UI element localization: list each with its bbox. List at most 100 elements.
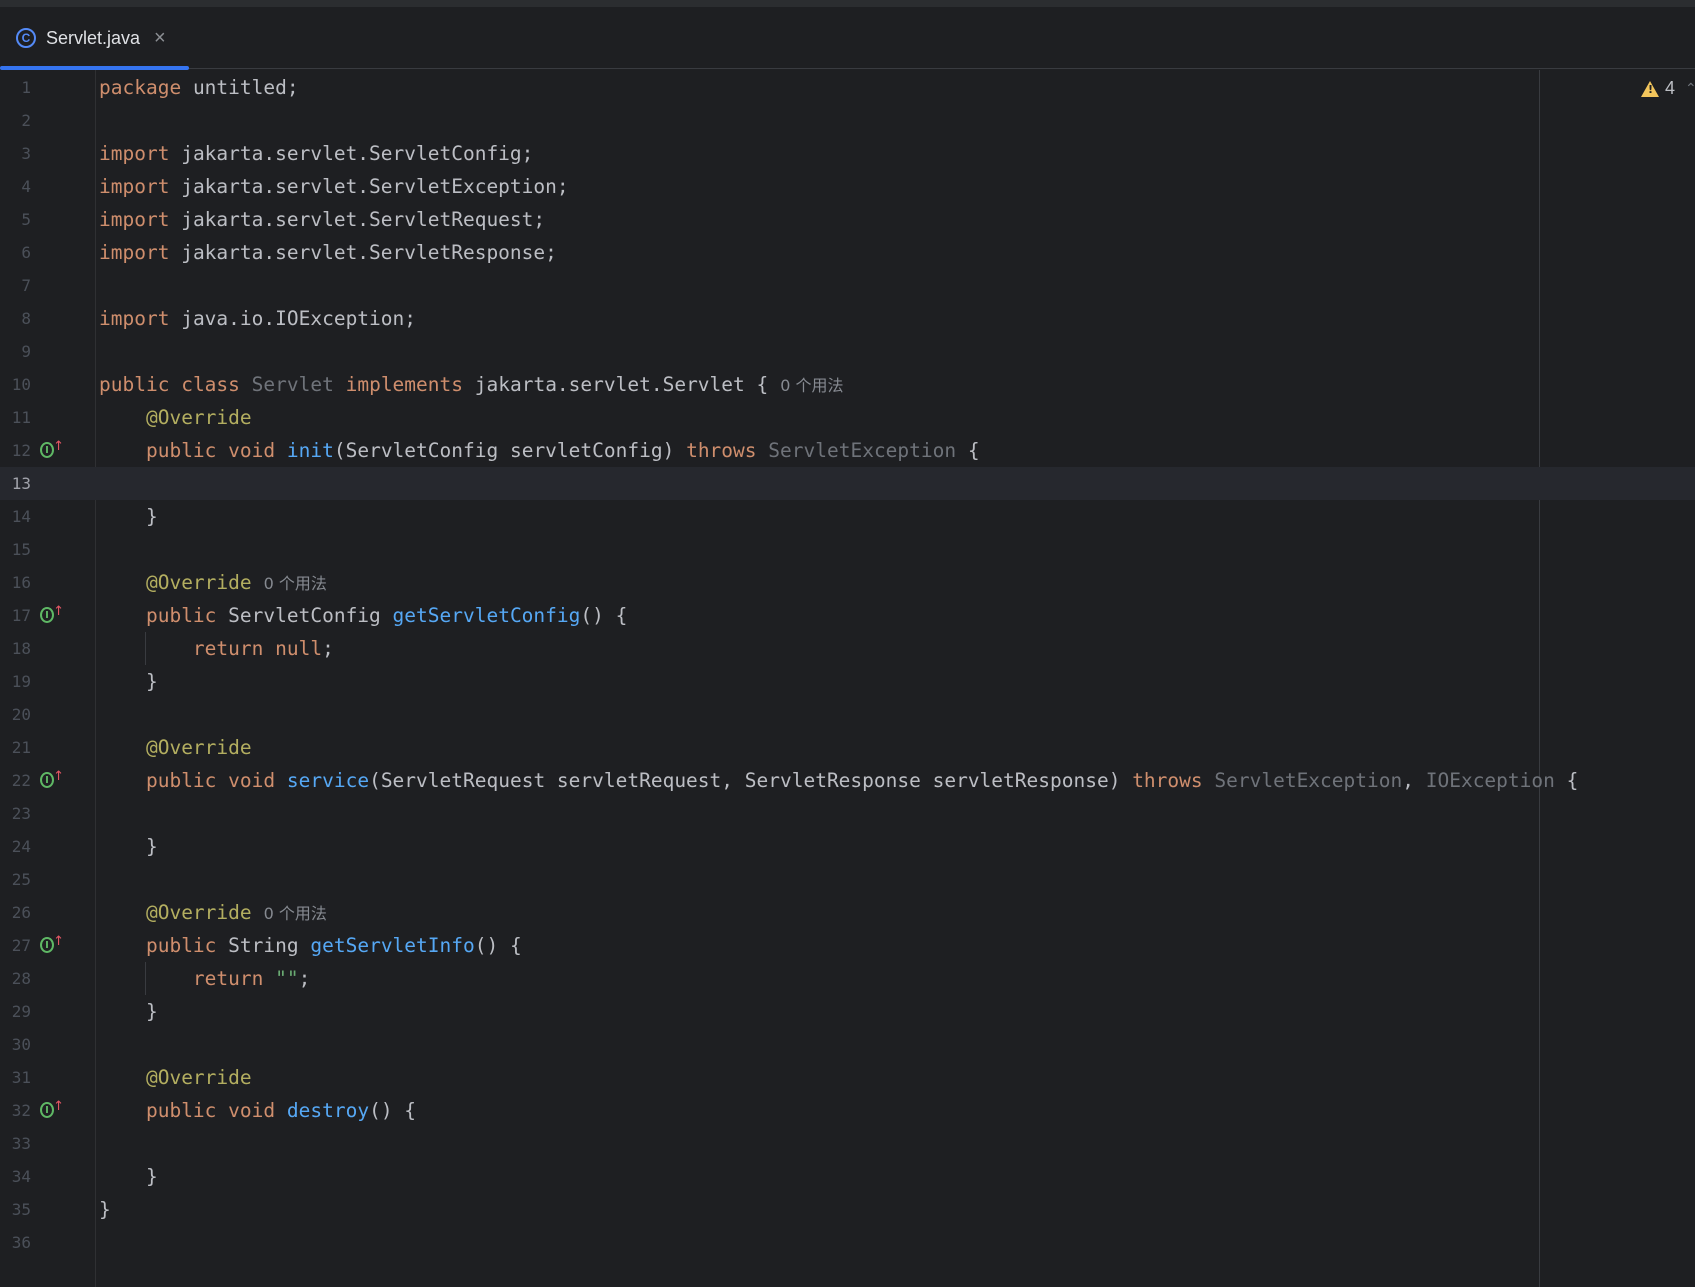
- code-line[interactable]: 15: [0, 533, 1695, 566]
- code-line[interactable]: 11 @Override: [0, 401, 1695, 434]
- code-token: getServletConfig: [392, 604, 581, 627]
- implements-method-icon[interactable]: I ↑: [40, 603, 64, 625]
- code-line[interactable]: 28 return "";: [0, 962, 1695, 995]
- code-line[interactable]: 8 import java.io.IOException;: [0, 302, 1695, 335]
- line-number[interactable]: 8: [0, 302, 31, 335]
- code-line[interactable]: 21 @Override: [0, 731, 1695, 764]
- usages-hint[interactable]: 0 个用法: [780, 376, 843, 395]
- usages-hint[interactable]: 0 个用法: [264, 904, 327, 923]
- line-number[interactable]: 10: [0, 368, 31, 401]
- line-number[interactable]: 20: [0, 698, 31, 731]
- code-line[interactable]: 12 I ↑ public void init(ServletConfig serv…: [0, 434, 1695, 467]
- code-line[interactable]: 5 import jakarta.servlet.ServletRequest;: [0, 203, 1695, 236]
- code-token: public: [99, 373, 170, 396]
- code-line[interactable]: 9: [0, 335, 1695, 368]
- implements-method-icon[interactable]: I ↑: [40, 439, 64, 460]
- code-line[interactable]: 23: [0, 797, 1695, 830]
- code-line[interactable]: 2: [0, 104, 1695, 137]
- code-text: import jakarta.servlet.ServletResponse;: [99, 236, 557, 269]
- line-number[interactable]: 2: [0, 104, 31, 137]
- line-number[interactable]: 11: [0, 401, 31, 434]
- implements-method-icon[interactable]: I ↑: [40, 769, 64, 790]
- code-text: public ServletConfig getServletConfig() …: [99, 599, 627, 632]
- code-text: public void service(ServletRequest servl…: [99, 764, 1578, 797]
- line-number[interactable]: 33: [0, 1127, 31, 1160]
- code-line[interactable]: 6 import jakarta.servlet.ServletResponse;: [0, 236, 1695, 269]
- line-number[interactable]: 36: [0, 1226, 31, 1259]
- line-number[interactable]: 14: [0, 500, 31, 533]
- line-number[interactable]: 6: [0, 236, 31, 269]
- code-line[interactable]: 22 I ↑ public void service(ServletRequest …: [0, 764, 1695, 797]
- code-line[interactable]: 1 package untitled;: [0, 71, 1695, 104]
- line-number[interactable]: 9: [0, 335, 31, 368]
- code-line[interactable]: 13: [0, 467, 1695, 500]
- line-number[interactable]: 3: [0, 137, 31, 170]
- line-number[interactable]: 1: [0, 71, 31, 104]
- line-number[interactable]: 7: [0, 269, 31, 302]
- code-token: public: [145, 934, 217, 957]
- line-number[interactable]: 29: [0, 995, 31, 1028]
- close-icon[interactable]: ×: [154, 28, 166, 48]
- line-number[interactable]: 32: [0, 1094, 31, 1127]
- line-number[interactable]: 4: [0, 170, 31, 203]
- code-line[interactable]: 18 return null;: [0, 632, 1695, 665]
- line-number[interactable]: 12: [0, 434, 31, 467]
- line-number[interactable]: 28: [0, 962, 31, 995]
- code-line[interactable]: 32 I ↑ public void destroy() {: [0, 1094, 1695, 1127]
- line-number[interactable]: 34: [0, 1160, 31, 1193]
- code-line[interactable]: 24 }: [0, 830, 1695, 863]
- code-line[interactable]: 20: [0, 698, 1695, 731]
- code-text: public String getServletInfo() {: [99, 929, 522, 962]
- code-line[interactable]: 14 }: [0, 500, 1695, 533]
- implements-method-icon[interactable]: I ↑: [40, 934, 64, 955]
- line-number[interactable]: 35: [0, 1193, 31, 1226]
- code-token: import: [99, 307, 170, 330]
- code-line[interactable]: 27 I ↑ public String getServletInfo() {: [0, 929, 1695, 962]
- line-number[interactable]: 13: [0, 467, 31, 500]
- code-line[interactable]: 30: [0, 1028, 1695, 1061]
- code-token: "": [275, 967, 299, 990]
- code-line[interactable]: 36: [0, 1226, 1695, 1259]
- implements-method-icon[interactable]: I ↑: [40, 1099, 64, 1120]
- code-line[interactable]: 4 import jakarta.servlet.ServletException…: [0, 170, 1695, 203]
- code-line[interactable]: 3 import jakarta.servlet.ServletConfig;: [0, 137, 1695, 170]
- line-number[interactable]: 23: [0, 797, 31, 830]
- code-line[interactable]: 33: [0, 1127, 1695, 1160]
- code-token: Servlet: [251, 373, 334, 396]
- line-number[interactable]: 19: [0, 665, 31, 698]
- code-text: import jakarta.servlet.ServletConfig;: [99, 137, 533, 170]
- code-token: ServletConfig: [228, 604, 381, 627]
- code-line[interactable]: 34 }: [0, 1160, 1695, 1193]
- line-number[interactable]: 16: [0, 566, 31, 599]
- code-token: import: [99, 208, 170, 231]
- code-text: import jakarta.servlet.ServletRequest;: [99, 203, 545, 236]
- line-number[interactable]: 22: [0, 764, 31, 797]
- line-number[interactable]: 31: [0, 1061, 31, 1094]
- code-line[interactable]: 19 }: [0, 665, 1695, 698]
- code-token: }: [145, 505, 158, 528]
- line-number[interactable]: 26: [0, 896, 31, 929]
- usages-hint[interactable]: 0 个用法: [264, 574, 327, 593]
- code-line[interactable]: 7: [0, 269, 1695, 302]
- line-number[interactable]: 25: [0, 863, 31, 896]
- line-number[interactable]: 21: [0, 731, 31, 764]
- code-line[interactable]: 35}: [0, 1193, 1695, 1226]
- line-number[interactable]: 30: [0, 1028, 31, 1061]
- line-number[interactable]: 24: [0, 830, 31, 863]
- line-number[interactable]: 27: [0, 929, 31, 962]
- arrow-up-icon: ↑: [53, 603, 64, 619]
- line-number[interactable]: 15: [0, 533, 31, 566]
- code-line[interactable]: 17 I ↑ public ServletConfig getServletConf…: [0, 599, 1695, 632]
- code-line[interactable]: 16 @Override 0 个用法: [0, 566, 1695, 599]
- line-number[interactable]: 5: [0, 203, 31, 236]
- code-line[interactable]: 26 @Override 0 个用法: [0, 896, 1695, 929]
- code-line[interactable]: 25: [0, 863, 1695, 896]
- tab-servlet-java[interactable]: C Servlet.java ×: [0, 7, 189, 70]
- code-token: jakarta.servlet.ServletConfig;: [181, 142, 534, 165]
- code-line[interactable]: 10 public class Servlet implements jakart…: [0, 368, 1695, 401]
- line-number[interactable]: 18: [0, 632, 31, 665]
- code-editor[interactable]: ! 4 ⌃ 1 package untitled; 2 3 import jakarta…: [0, 70, 1695, 1287]
- code-line[interactable]: 29 }: [0, 995, 1695, 1028]
- line-number[interactable]: 17: [0, 599, 31, 632]
- code-line[interactable]: 31 @Override: [0, 1061, 1695, 1094]
